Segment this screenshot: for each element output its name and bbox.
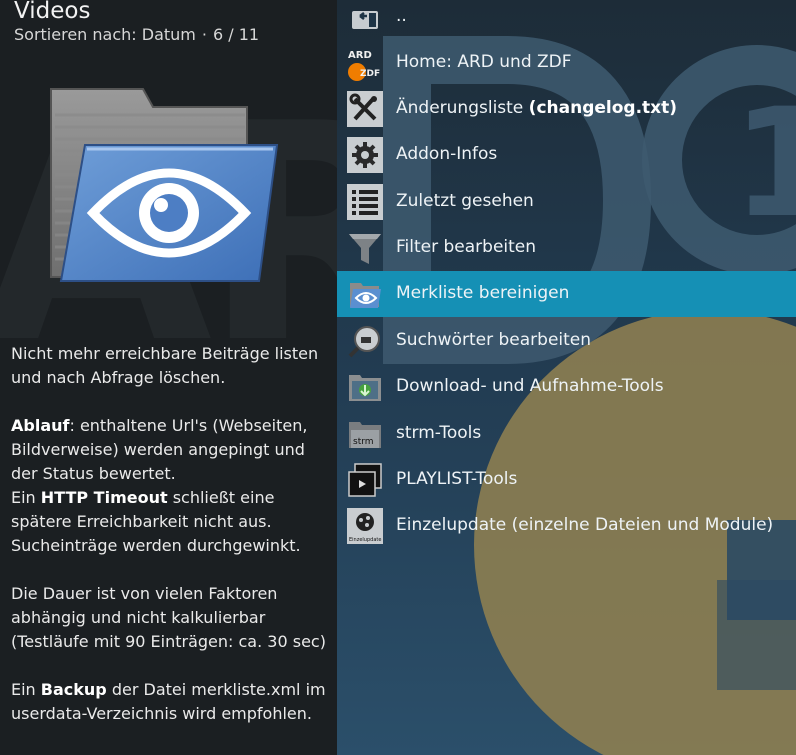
list-item-label: Addon-Infos [396,144,498,164]
svg-text:ZDF: ZDF [360,69,380,79]
list-item-label: .. [396,6,407,26]
sort-status: Sortieren nach: Datum · 6 / 11 [14,25,259,44]
list-item-label: PLAYLIST-Tools [396,469,518,489]
description-paragraph: Die Dauer ist von vielen Faktoren abhäng… [11,584,326,651]
description-text: Nicht mehr erreichbare Beiträge listen u… [11,342,331,750]
eye-folder-icon [347,276,383,312]
list-item-label: Download- und Aufnahme-Tools [396,376,664,396]
list-item-label: Einzelupdate (einzelne Dateien und Modul… [396,515,774,535]
list-item-strm-tools[interactable]: strm strm-Tools [337,411,796,457]
list-item-recent[interactable]: Zuletzt gesehen [337,179,796,225]
list-item-label: Merkliste bereinigen [396,283,570,303]
filter-icon [347,230,383,266]
list-item-addon-info[interactable]: Addon-Infos [337,132,796,178]
list-item-single-update[interactable]: Einzelupdate Einzelupdate (einzelne Date… [337,503,796,549]
playlist-icon [347,462,383,498]
list-item-download-tools[interactable]: Download- und Aufnahme-Tools [337,364,796,410]
strm-folder-icon: strm [347,416,383,452]
svg-text:strm: strm [353,437,374,447]
svg-text:Einzelupdate: Einzelupdate [349,537,381,543]
list-item-search-terms[interactable]: Suchwörter bearbeiten [337,318,796,364]
ard-zdf-logo-icon: ARD ZDF [347,45,383,81]
gear-icon [347,137,383,173]
list-item-label: Zuletzt gesehen [396,191,534,211]
item-position: 6 / 11 [212,25,260,44]
eye-folder-thumbnail-icon [45,85,285,289]
list-item-label: Home: ARD und ZDF [396,52,572,72]
item-list-panel: 1 .. ARD ZDF Home: ARD und ZDF Änderungsl… [337,0,796,755]
list-item-label: strm-Tools [396,423,482,443]
page-title: Videos [14,0,91,24]
list-item-label: Änderungsliste (changelog.txt) [396,98,678,118]
search-icon [347,323,383,359]
separator: · [201,25,207,44]
list-icon [347,184,383,220]
download-folder-icon [347,369,383,405]
info-panel: ARD Videos Sortieren nach: Datum·6 / 11 [0,0,337,755]
list-item-home[interactable]: ARD ZDF Home: ARD und ZDF [337,40,796,86]
list-item-parent[interactable]: .. [337,0,796,40]
sort-label: Sortieren nach: Datum [14,25,196,44]
list-item-label: Suchwörter bearbeiten [396,330,592,350]
list-item-clean-watchlist[interactable]: Merkliste bereinigen [337,271,796,317]
description-paragraph: Ein Backup der Datei merkliste.xml im us… [11,680,326,723]
svg-text:ARD: ARD [348,50,372,61]
list-item-changelog[interactable]: Änderungsliste (changelog.txt) [337,86,796,132]
list-item-filter[interactable]: Filter bearbeiten [337,225,796,271]
list-item-label: Filter bearbeiten [396,237,537,257]
back-arrow-icon [347,0,383,35]
description-paragraph: Nicht mehr erreichbare Beiträge listen u… [11,344,319,387]
update-icon: Einzelupdate [347,508,383,544]
tools-icon [347,91,383,127]
description-paragraph: Ablauf: enthaltene Url's (Webseiten, Bil… [11,416,308,555]
list-item-playlist-tools[interactable]: PLAYLIST-Tools [337,457,796,503]
